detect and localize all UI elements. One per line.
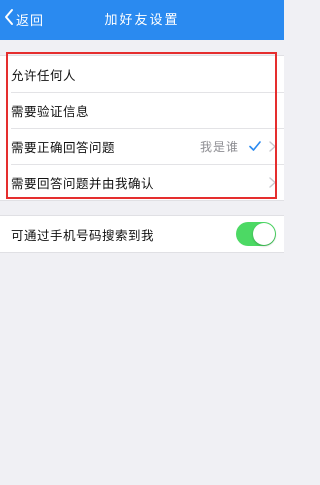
option-label: 需要验证信息: [11, 103, 90, 119]
option-require-verification[interactable]: 需要验证信息: [0, 92, 284, 128]
checkmark-icon: [249, 141, 261, 151]
option-label: 需要正确回答问题: [11, 139, 116, 155]
phone-search-row: 可通过手机号码搜索到我: [0, 216, 284, 252]
option-correct-answer[interactable]: 需要正确回答问题 我是谁: [0, 128, 284, 164]
option-label: 需要回答问题并由我确认: [11, 175, 155, 191]
option-answer-and-confirm[interactable]: 需要回答问题并由我确认: [0, 164, 284, 200]
question-answer-value: 我是谁: [199, 139, 239, 154]
phone-search-label: 可通过手机号码搜索到我: [11, 227, 155, 243]
phone-search-toggle[interactable]: [236, 222, 276, 246]
option-label: 允许任何人: [11, 67, 77, 83]
toggle-knob: [253, 223, 275, 245]
page-title: 加好友设置: [104, 13, 180, 28]
navigation-bar: 返回 加好友设置: [0, 0, 284, 40]
option-allow-anyone[interactable]: 允许任何人: [0, 56, 284, 92]
chevron-right-icon: [269, 140, 276, 152]
verify-options-group: 允许任何人 需要验证信息 需要正确回答问题 我是谁 需要回答问题并由我确认: [0, 55, 284, 201]
chevron-right-icon: [269, 176, 276, 188]
phone-search-group: 可通过手机号码搜索到我: [0, 215, 284, 253]
